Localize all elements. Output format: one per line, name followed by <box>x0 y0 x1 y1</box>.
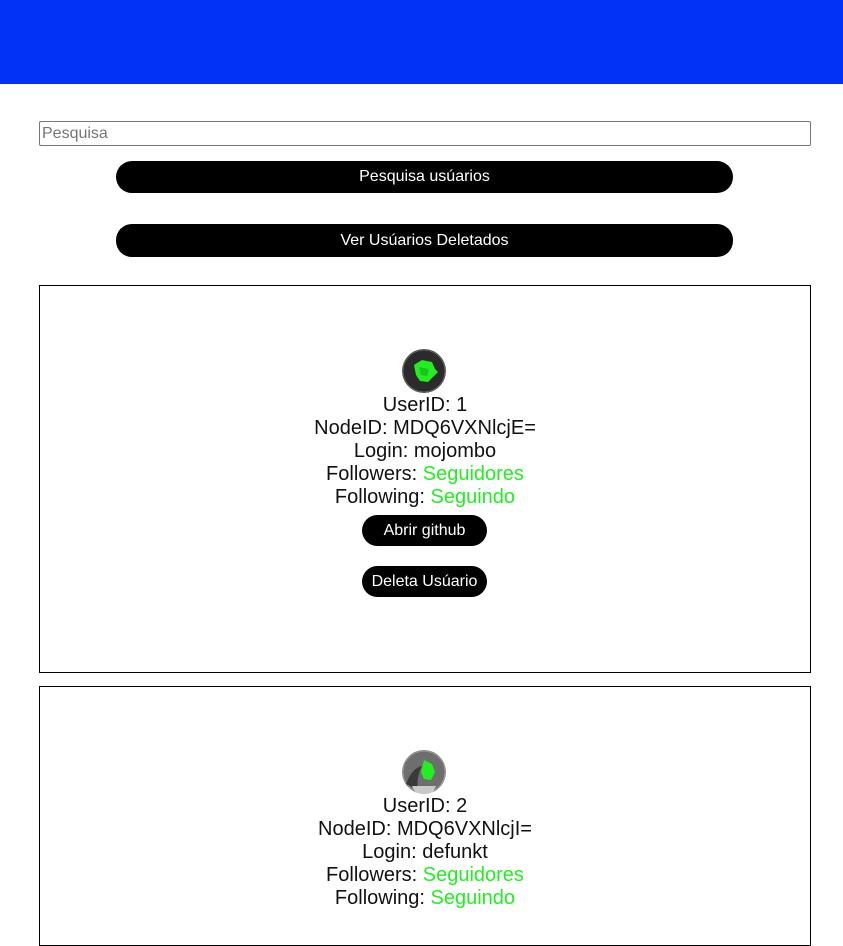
followers-line: Followers: Seguidores <box>326 463 524 485</box>
login-line: Login: defunkt <box>362 841 488 863</box>
top-header-bar <box>0 0 843 84</box>
following-link[interactable]: Seguindo <box>431 887 516 909</box>
followers-link[interactable]: Seguidores <box>423 463 524 485</box>
following-link[interactable]: Seguindo <box>431 486 516 508</box>
search-users-button[interactable]: Pesquisa usúarios <box>116 161 733 193</box>
node-id-line: NodeID: MDQ6VXNlcjI= <box>318 818 532 840</box>
search-input[interactable] <box>39 121 811 146</box>
following-line: Following: Seguindo <box>334 486 516 508</box>
avatar <box>402 349 446 393</box>
user-card: UserID: 1 NodeID: MDQ6VXNlcjE= Login: mo… <box>39 285 811 673</box>
delete-user-button[interactable]: Deleta Usúario <box>362 566 487 597</box>
open-github-button[interactable]: Abrir github <box>362 515 487 546</box>
user-card: UserID: 2 NodeID: MDQ6VXNlcjI= Login: de… <box>39 686 811 946</box>
avatar <box>402 750 446 794</box>
node-id-line: NodeID: MDQ6VXNlcjE= <box>314 417 536 439</box>
user-id-line: UserID: 1 <box>382 394 468 416</box>
view-deleted-users-button[interactable]: Ver Usúarios Deletados <box>116 224 733 257</box>
user-id-line: UserID: 2 <box>382 795 468 817</box>
followers-line: Followers: Seguidores <box>326 864 524 886</box>
followers-link[interactable]: Seguidores <box>423 864 524 886</box>
login-line: Login: mojombo <box>353 440 497 462</box>
following-line: Following: Seguindo <box>334 887 516 909</box>
